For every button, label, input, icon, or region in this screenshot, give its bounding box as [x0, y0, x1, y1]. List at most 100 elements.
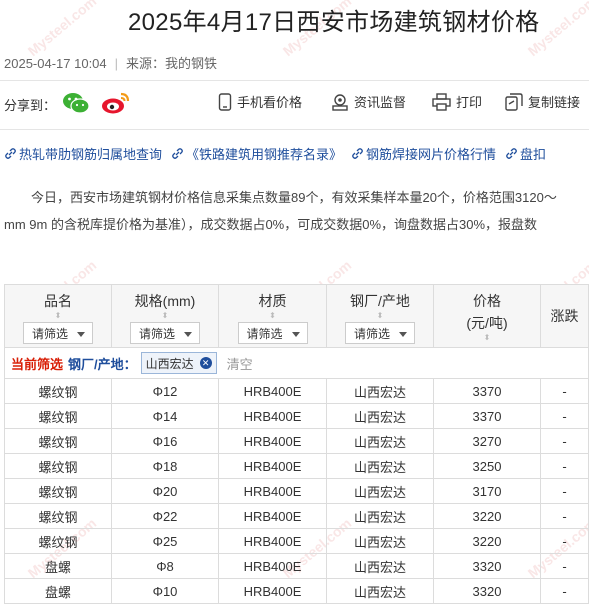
column-header-label: 价格: [473, 293, 501, 309]
printer-icon: [432, 92, 451, 111]
cell-change: -: [540, 453, 589, 479]
sort-icon[interactable]: ⬍: [112, 312, 218, 320]
cell-price: 3320: [433, 578, 541, 604]
sort-icon[interactable]: ⬍: [327, 312, 433, 320]
column-header-spec: 规格(mm) ⬍ 请筛选: [111, 284, 219, 348]
related-link[interactable]: 钢筋焊接网片价格行情: [351, 144, 496, 163]
filter-field-label: 钢厂/产地：: [68, 356, 137, 372]
cell-change: -: [540, 478, 589, 504]
material-filter-select[interactable]: 请筛选: [237, 322, 308, 344]
active-filter-row: 当前筛选 钢厂/产地： 山西宏达 ✕ 清空: [4, 347, 589, 379]
cell-name: 螺纹钢: [4, 428, 112, 454]
cell-material: HRB400E: [218, 403, 327, 429]
related-link-label: 热轧带肋钢筋归属地查询: [19, 147, 163, 162]
cell-name: 螺纹钢: [4, 503, 112, 529]
column-header-name: 品名 ⬍ 请筛选: [4, 284, 112, 348]
select-label: 请筛选: [32, 327, 69, 341]
current-filter-label: 当前筛选: [11, 356, 64, 372]
cell-material: HRB400E: [218, 503, 327, 529]
column-header-label: 规格(mm): [134, 293, 196, 309]
paragraph-line: mm 9m 的含税库提价格为基准），成交数据占0%，可成交数据0%，询盘数据占3…: [4, 217, 538, 232]
divider: [0, 80, 589, 81]
mill-filter-select[interactable]: 请筛选: [345, 322, 415, 344]
print-label: 打印: [456, 95, 483, 110]
clear-filter-button[interactable]: 清空: [227, 354, 253, 373]
table-row: 螺纹钢 Φ16 HRB400E 山西宏达 3270 -: [4, 428, 589, 454]
table-row: 螺纹钢 Φ22 HRB400E 山西宏达 3220 -: [4, 503, 589, 529]
price-table: 品名 ⬍ 请筛选 规格(mm) ⬍ 请筛选 材质 ⬍ 请筛选 钢厂/产地 ⬍ 请…: [4, 284, 589, 604]
copy-link-button[interactable]: 复制链接: [505, 92, 580, 111]
cell-price: 3370: [433, 378, 541, 404]
divider: [0, 129, 589, 130]
cell-spec: Φ22: [111, 503, 219, 529]
column-header-unit: (元/吨): [466, 315, 508, 331]
column-header-label: 涨跌: [550, 308, 579, 324]
table-header-row: 品名 ⬍ 请筛选 规格(mm) ⬍ 请筛选 材质 ⬍ 请筛选 钢厂/产地 ⬍ 请…: [4, 284, 589, 348]
cell-name: 盘螺: [4, 578, 112, 604]
copy-icon: [505, 92, 523, 111]
select-label: 请筛选: [246, 327, 283, 341]
related-link-label: 《铁路建筑用钢推荐名录》: [186, 147, 343, 162]
column-header-change[interactable]: 涨跌: [540, 284, 589, 348]
cell-change: -: [540, 578, 589, 604]
print-button[interactable]: 打印: [432, 92, 482, 111]
cell-mill: 山西宏达: [326, 378, 434, 404]
cell-material: HRB400E: [218, 378, 327, 404]
select-label: 请筛选: [139, 327, 176, 341]
cell-spec: Φ16: [111, 428, 219, 454]
cell-change: -: [540, 553, 589, 579]
cell-price: 3270: [433, 428, 541, 454]
cell-spec: Φ20: [111, 478, 219, 504]
cell-mill: 山西宏达: [326, 453, 434, 479]
sort-icon[interactable]: ⬍: [434, 334, 540, 342]
cell-mill: 山西宏达: [326, 403, 434, 429]
cell-price: 3220: [433, 528, 541, 554]
cell-price: 3250: [433, 453, 541, 479]
related-link[interactable]: 热轧带肋钢筋归属地查询: [4, 144, 162, 163]
cell-mill: 山西宏达: [326, 503, 434, 529]
cell-price: 3220: [433, 503, 541, 529]
table-row: 螺纹钢 Φ12 HRB400E 山西宏达 3370 -: [4, 378, 589, 404]
column-header-label: 材质: [258, 293, 287, 309]
watermark: Mysteel.com: [24, 0, 100, 60]
related-link-label: 盘扣: [520, 147, 547, 162]
column-header-price[interactable]: 价格 (元/吨) ⬍: [433, 284, 541, 348]
cell-price: 3170: [433, 478, 541, 504]
cell-mill: 山西宏达: [326, 478, 434, 504]
cell-spec: Φ12: [111, 378, 219, 404]
cell-name: 螺纹钢: [4, 478, 112, 504]
wechat-share-icon[interactable]: [62, 91, 90, 120]
name-filter-select[interactable]: 请筛选: [23, 322, 93, 344]
cell-name: 螺纹钢: [4, 453, 112, 479]
cell-change: -: [540, 528, 589, 554]
cell-price: 3320: [433, 553, 541, 579]
mobile-price-button[interactable]: 手机看价格: [218, 92, 302, 111]
cell-material: HRB400E: [218, 453, 327, 479]
mobile-price-label: 手机看价格: [237, 95, 303, 110]
related-link[interactable]: 盘扣: [505, 144, 546, 163]
related-links: 热轧带肋钢筋归属地查询 《铁路建筑用钢推荐名录》 钢筋焊接网片价格行情 盘扣: [4, 144, 555, 163]
cell-spec: Φ8: [111, 553, 219, 579]
cell-material: HRB400E: [218, 428, 327, 454]
chevron-down-icon: [184, 332, 192, 337]
filter-chip[interactable]: 山西宏达 ✕: [140, 352, 217, 374]
sort-icon[interactable]: ⬍: [219, 312, 326, 320]
close-icon[interactable]: ✕: [199, 357, 212, 369]
news-supervise-label: 资讯监督: [354, 95, 407, 110]
cell-mill: 山西宏达: [326, 428, 434, 454]
column-header-mill: 钢厂/产地 ⬍ 请筛选: [326, 284, 434, 348]
link-icon: [172, 148, 183, 159]
related-link[interactable]: 《铁路建筑用钢推荐名录》: [171, 144, 342, 163]
cell-spec: Φ25: [111, 528, 219, 554]
sort-icon[interactable]: ⬍: [5, 312, 111, 320]
column-header-label: 钢厂/产地: [350, 293, 410, 309]
cell-material: HRB400E: [218, 528, 327, 554]
select-label: 请筛选: [354, 327, 391, 341]
cell-name: 螺纹钢: [4, 378, 112, 404]
weibo-share-icon[interactable]: [101, 91, 131, 120]
article-meta: 2025-04-17 10:04 | 来源：我的钢铁: [4, 53, 217, 72]
cell-change: -: [540, 428, 589, 454]
news-supervise-button[interactable]: 资讯监督: [331, 92, 406, 111]
cell-mill: 山西宏达: [326, 553, 434, 579]
spec-filter-select[interactable]: 请筛选: [130, 322, 200, 344]
